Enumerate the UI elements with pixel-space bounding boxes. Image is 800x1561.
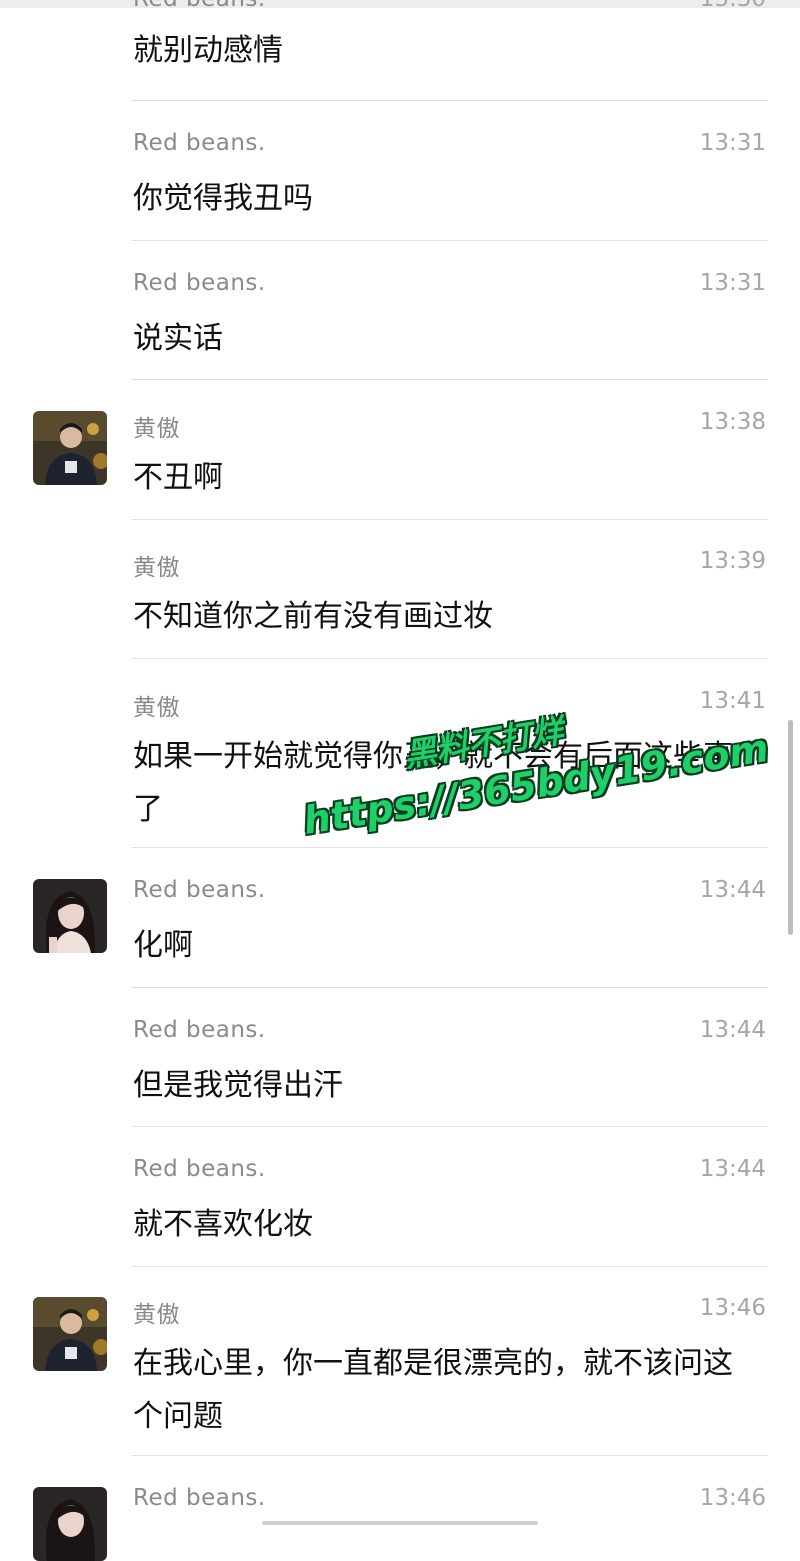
- sender-name: Red beans.: [133, 877, 266, 903]
- message-text: 在我心里，你一直都是很漂亮的，就不该问这个问题: [133, 1346, 733, 1434]
- sender-name: Red beans.: [133, 270, 266, 296]
- male-avatar-icon: [33, 411, 107, 485]
- avatar[interactable]: [33, 879, 107, 953]
- divider: [131, 1266, 768, 1267]
- male-avatar-icon: [33, 1297, 107, 1371]
- message-time: 13:38: [699, 409, 766, 435]
- message-time: 13:44: [699, 877, 766, 903]
- sender-name: 黄傲: [133, 416, 180, 442]
- home-indicator[interactable]: [262, 1521, 538, 1525]
- message-time: 13:31: [699, 270, 766, 296]
- message-time: 13:39: [699, 548, 766, 574]
- divider: [131, 847, 768, 848]
- avatar[interactable]: [33, 411, 107, 485]
- sender-name: Red beans.: [133, 1485, 266, 1511]
- sender-name: 黄傲: [133, 1302, 180, 1328]
- divider: [131, 240, 768, 241]
- message-text: 但是我觉得出汗: [133, 1068, 343, 1103]
- sender-name: Red beans.: [133, 0, 266, 12]
- message-text: 不知道你之前有没有画过妆: [133, 599, 493, 634]
- message-text: 化啊: [133, 928, 193, 963]
- divider: [131, 379, 768, 380]
- divider: [131, 1126, 768, 1127]
- female-avatar-icon: [33, 879, 107, 953]
- chat-record-list[interactable]: Red beans. 13:30 就别动感情 Red beans. 13:31 …: [0, 0, 800, 1561]
- message-text: 说实话: [133, 321, 223, 356]
- divider: [131, 1455, 768, 1456]
- message-text: 就别动感情: [133, 33, 283, 68]
- avatar[interactable]: [33, 1297, 107, 1371]
- divider: [131, 100, 768, 101]
- message-time: 13:44: [699, 1156, 766, 1182]
- message-time: 13:30: [700, 0, 766, 12]
- message-text: 你觉得我丑吗: [133, 181, 313, 216]
- message-time: 13:44: [699, 1017, 766, 1043]
- sender-name: Red beans.: [133, 1017, 266, 1043]
- female-avatar-icon: [33, 1487, 107, 1561]
- message-time: 13:46: [699, 1295, 766, 1321]
- sender-name: 黄傲: [133, 555, 180, 581]
- sender-name: Red beans.: [133, 130, 266, 156]
- scrollbar[interactable]: [788, 720, 793, 935]
- divider: [131, 987, 768, 988]
- divider: [131, 658, 768, 659]
- message-time: 13:31: [699, 130, 766, 156]
- message-time: 13:41: [699, 688, 766, 714]
- message-text: 如果一开始就觉得你丑，就不会有后面这些事了: [133, 739, 733, 827]
- avatar[interactable]: [33, 1487, 107, 1561]
- message-text: 不丑啊: [133, 460, 223, 495]
- message-time: 13:46: [699, 1485, 766, 1511]
- sender-name: Red beans.: [133, 1156, 266, 1182]
- message-text: 就不喜欢化妆: [133, 1207, 313, 1242]
- divider: [131, 519, 768, 520]
- sender-name: 黄傲: [133, 695, 180, 721]
